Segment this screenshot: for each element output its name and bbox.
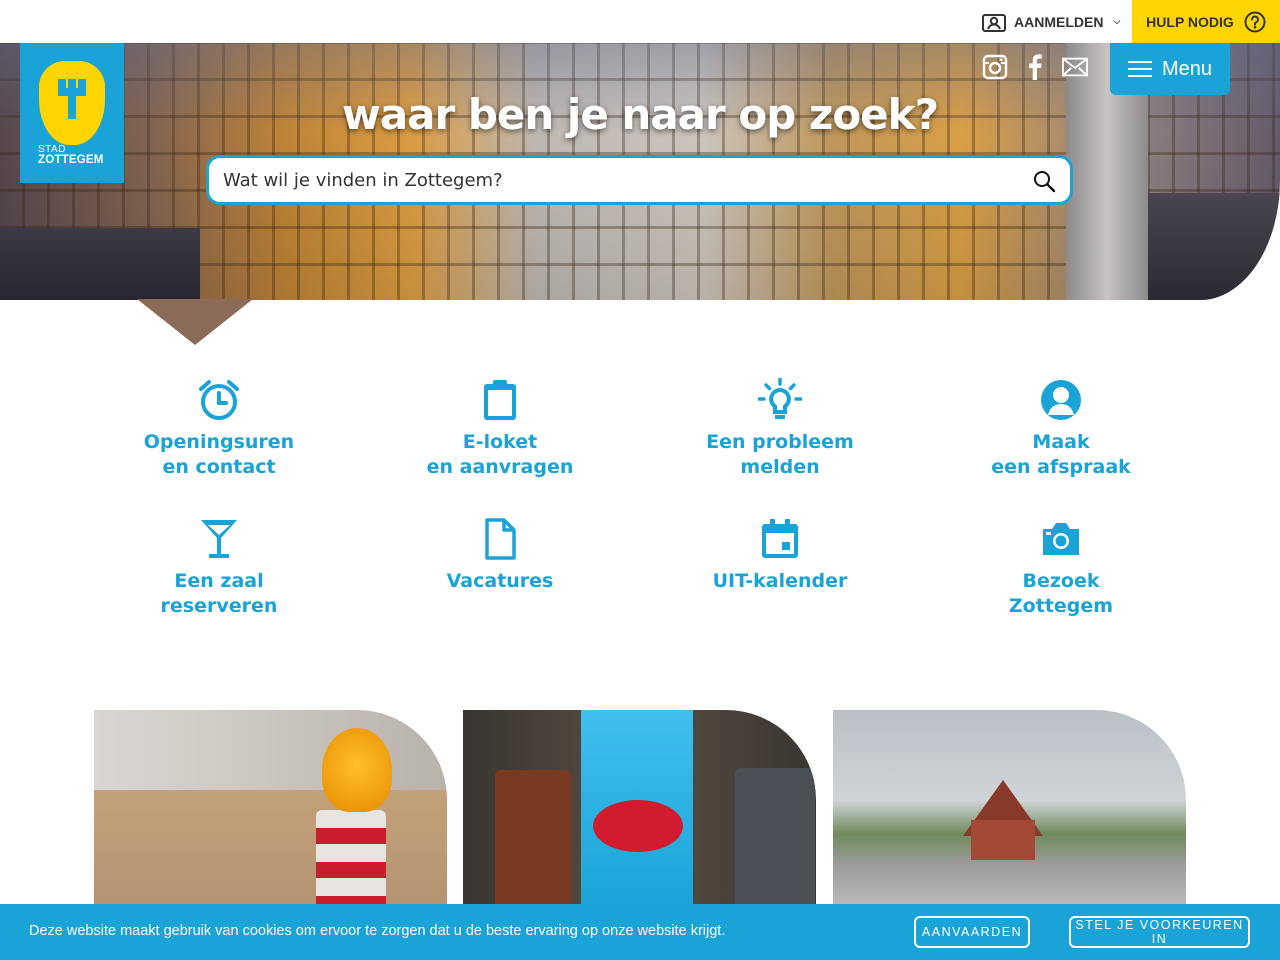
instagram-icon[interactable] xyxy=(982,54,1008,80)
quick-link-label-line1: Een probleem xyxy=(706,431,854,453)
quick-link-e-loket[interactable]: E-loket en aanvragen xyxy=(360,378,640,480)
lightbulb-icon xyxy=(758,378,802,419)
quick-link-label-line1: Maak xyxy=(1032,431,1090,453)
quick-link-openingsuren[interactable]: Openingsuren en contact xyxy=(79,378,359,480)
quick-link-label-line1: Openingsuren xyxy=(143,431,295,453)
cookie-preferences-button[interactable]: STEL JE VOORKEUREN IN xyxy=(1069,916,1250,948)
mail-icon[interactable] xyxy=(1062,54,1088,80)
login-label: AANMELDEN xyxy=(1014,13,1104,30)
person-icon xyxy=(1041,380,1081,420)
camera-icon xyxy=(1043,523,1079,555)
search-icon[interactable] xyxy=(1032,169,1056,193)
question-circle-icon xyxy=(1244,11,1266,32)
quick-link-label-line1: Een zaal xyxy=(174,570,264,592)
card-image-warning-lamp xyxy=(322,728,392,812)
top-bar: AANMELDEN ⌵ HULP NODIG xyxy=(0,0,1280,43)
logo-text-line2: ZOTTEGEM xyxy=(38,154,104,166)
logo-mark xyxy=(68,79,76,119)
clock-icon xyxy=(199,380,239,420)
quick-link-label-line2: en contact xyxy=(162,456,276,478)
clipboard-icon xyxy=(484,380,516,420)
news-card-roadworks[interactable] xyxy=(94,710,447,910)
card-image-bin xyxy=(495,770,571,910)
news-card-street[interactable] xyxy=(833,710,1186,910)
facebook-icon[interactable] xyxy=(1022,54,1048,80)
quick-link-zaal-reserveren[interactable]: Een zaal reserveren xyxy=(79,517,359,619)
hamburger-icon xyxy=(1127,61,1152,77)
hero-houses-left xyxy=(0,228,200,300)
quick-link-label-line1: Vacatures xyxy=(446,570,554,592)
calendar-icon xyxy=(762,519,798,558)
quick-link-afspraak[interactable]: Maak een afspraak xyxy=(921,378,1201,480)
quick-link-label-line2: melden xyxy=(740,456,820,478)
quick-link-probleem-melden[interactable]: Een probleem melden xyxy=(640,378,920,480)
cookie-message: Deze website maakt gebruik van cookies o… xyxy=(29,923,726,939)
quick-link-label-line1: E-loket xyxy=(462,431,538,453)
search-bar xyxy=(206,155,1073,205)
cookie-banner: Deze website maakt gebruik van cookies o… xyxy=(0,904,1280,960)
card-image-bin xyxy=(735,768,815,910)
quick-link-label-line2: en aanvragen xyxy=(426,456,574,478)
logo-mark xyxy=(78,79,86,96)
menu-label: Menu xyxy=(1161,57,1213,80)
quick-link-label-line2: reserveren xyxy=(160,595,278,617)
stad-zottegem-logo[interactable]: STAD ZOTTEGEM xyxy=(20,43,124,183)
cocktail-icon xyxy=(201,520,237,558)
card-image-house xyxy=(971,820,1035,860)
hero-notch xyxy=(137,299,253,345)
quick-link-label-line2: een afspraak xyxy=(991,456,1131,478)
card-image-ground xyxy=(94,790,447,910)
help-label: HULP NODIG xyxy=(1146,13,1234,30)
cookie-accept-button[interactable]: AANVAARDEN xyxy=(914,916,1030,948)
logo-mark xyxy=(58,79,66,96)
quick-link-bezoek-zottegem[interactable]: Bezoek Zottegem xyxy=(921,517,1201,619)
chevron-down-icon: ⌵ xyxy=(1113,16,1121,26)
menu-button[interactable]: Menu xyxy=(1110,43,1230,95)
user-card-icon xyxy=(982,13,1006,32)
quick-link-label-line2: Zottegem xyxy=(1008,595,1114,617)
document-icon xyxy=(485,518,516,560)
hero-houses-right xyxy=(1148,193,1280,300)
login-button[interactable]: AANMELDEN ⌵ xyxy=(982,0,1120,43)
quick-link-uit-kalender[interactable]: UIT-kalender xyxy=(640,517,920,594)
card-image-lips xyxy=(593,800,683,852)
quick-link-label-line1: UIT-kalender xyxy=(712,570,848,592)
help-button[interactable]: HULP NODIG xyxy=(1132,0,1280,43)
hero-heading: waar ben je naar op zoek? xyxy=(342,90,939,139)
news-card-drop-box[interactable] xyxy=(463,710,816,910)
quick-link-vacatures[interactable]: Vacatures xyxy=(360,517,640,594)
search-input[interactable] xyxy=(209,169,1009,191)
social-links xyxy=(982,54,1088,80)
card-image-barrier xyxy=(316,810,386,910)
quick-link-label-line1: Bezoek xyxy=(1022,570,1100,592)
